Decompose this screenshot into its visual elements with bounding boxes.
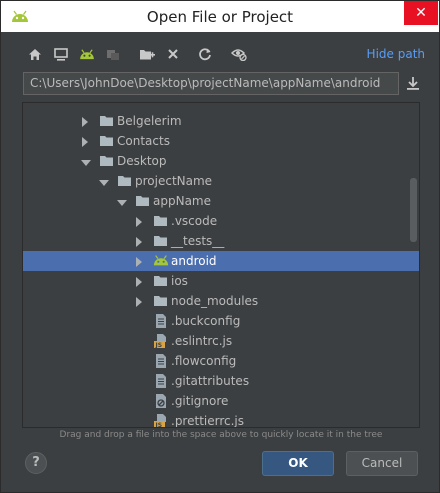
expand-down-icon[interactable] [99,176,109,186]
hide-path-link[interactable]: Hide path [367,47,425,61]
tree-row-label: __tests__ [171,234,225,248]
tree-row-label: .buckconfig [171,314,241,328]
tree-row-label: Contacts [117,134,170,148]
title-bar: Open File or Project ✕ [1,1,439,32]
tree-row-label: projectName [135,174,213,188]
cancel-button[interactable]: Cancel [346,451,418,476]
svg-text:JS: JS [155,422,163,428]
folder-icon [99,113,115,129]
expand-right-icon[interactable] [135,256,143,267]
tree-row[interactable]: .gitignore [23,391,419,411]
folder-icon [99,133,115,149]
tree-row-label: .gitignore [171,394,229,408]
js-file-icon: JS [153,413,169,428]
expand-right-icon[interactable] [81,116,89,127]
tree-row-label: appName [153,194,211,208]
drag-drop-hint: Drag and drop a file into the space abov… [59,430,383,440]
tree-row[interactable]: ios [23,271,419,291]
desktop-icon[interactable] [51,43,71,65]
window-title: Open File or Project [146,8,294,26]
folder-icon [99,153,115,169]
module-icon [103,43,123,65]
file-icon [153,373,169,389]
tree-row-label: Desktop [117,154,167,168]
folder-icon [153,293,169,309]
refresh-icon[interactable] [195,43,215,65]
expand-down-icon[interactable] [117,196,127,206]
tree-row-label: node_modules [171,294,259,308]
folder-icon [153,273,169,289]
download-icon[interactable] [404,74,422,92]
tree-row[interactable]: .gitattributes [23,371,419,391]
tree-row[interactable]: .flowconfig [23,351,419,371]
delete-icon[interactable] [163,43,183,65]
tree-row[interactable]: node_modules [23,291,419,311]
folder-icon [117,173,133,189]
toolbar: Hide path [25,43,425,65]
tree-row[interactable]: Belgelerim [23,111,419,131]
file-icon [153,313,169,329]
tree-row-label: ios [171,274,188,288]
tree-row-label: .eslintrc.js [171,334,233,348]
tree-row[interactable]: appName [23,191,419,211]
file-tree[interactable]: Belgelerim Contacts Desktop projectName appN… [22,102,420,428]
tree-row[interactable]: .vscode [23,211,419,231]
expand-right-icon[interactable] [81,136,89,147]
expand-right-icon[interactable] [135,216,143,227]
open-file-dialog: Open File or Project ✕ Hide path C:\User… [0,0,440,493]
tree-row-label: .vscode [171,214,218,228]
tree-row-label: Belgelerim [117,114,182,128]
js-file-icon: JS [153,333,169,349]
ok-button[interactable]: OK [262,451,334,476]
close-button[interactable]: ✕ [404,1,438,25]
tree-row[interactable]: android [23,251,419,271]
tree-row-label: .gitattributes [171,374,250,388]
tree-row[interactable]: Desktop [23,151,419,171]
tree-row[interactable]: projectName [23,171,419,191]
folder-icon [153,233,169,249]
file-icon [153,353,169,369]
home-icon[interactable] [25,43,45,65]
tree-row-label: .prettierrc.js [171,414,245,428]
tree-row[interactable]: .buckconfig [23,311,419,331]
path-input[interactable]: C:\Users\JohnDoe\Desktop\projectName\app… [23,72,399,95]
tree-row[interactable]: __tests__ [23,231,419,251]
android-icon [153,253,169,269]
show-hidden-icon[interactable] [229,43,249,65]
expand-right-icon[interactable] [135,296,143,307]
tree-row[interactable]: Contacts [23,131,419,151]
help-button[interactable]: ? [25,452,47,474]
android-project-icon[interactable] [77,43,97,65]
folder-icon [135,193,151,209]
expand-right-icon[interactable] [135,236,143,247]
expand-down-icon[interactable] [81,156,91,166]
new-folder-icon[interactable] [137,43,157,65]
tree-row[interactable]: JS .prettierrc.js [23,411,419,428]
folder-icon [153,213,169,229]
expand-right-icon[interactable] [135,276,143,287]
tree-row-label: android [171,254,217,268]
tree-row-label: .flowconfig [171,354,237,368]
gitignore-file-icon [153,393,169,409]
tree-row[interactable]: JS .eslintrc.js [23,331,419,351]
svg-text:JS: JS [155,342,163,349]
